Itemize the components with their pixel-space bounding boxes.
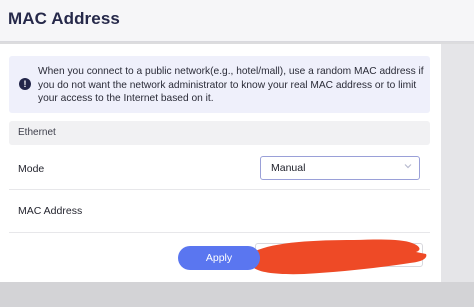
redaction-mark — [248, 239, 427, 275]
row-divider — [9, 232, 430, 233]
bottom-gutter — [0, 282, 474, 307]
right-gutter — [441, 44, 474, 282]
chevron-down-icon — [404, 164, 412, 169]
settings-card: ! When you connect to a public network(e… — [0, 44, 441, 282]
mac-address-label: MAC Address — [18, 205, 83, 217]
mode-select-value: Manual — [271, 162, 306, 174]
apply-button[interactable]: Apply — [178, 246, 260, 270]
page-title: MAC Address — [8, 9, 120, 28]
notice-text: When you connect to a public network(e.g… — [38, 66, 424, 104]
info-icon: ! — [19, 78, 31, 90]
info-notice: ! When you connect to a public network(e… — [9, 56, 430, 113]
mode-label: Mode — [18, 163, 45, 175]
mode-select[interactable]: Manual — [260, 156, 420, 180]
section-header-ethernet: Ethernet — [9, 121, 430, 145]
row-divider — [9, 189, 430, 190]
page-header: MAC Address — [0, 0, 474, 42]
section-title: Ethernet — [18, 127, 56, 138]
